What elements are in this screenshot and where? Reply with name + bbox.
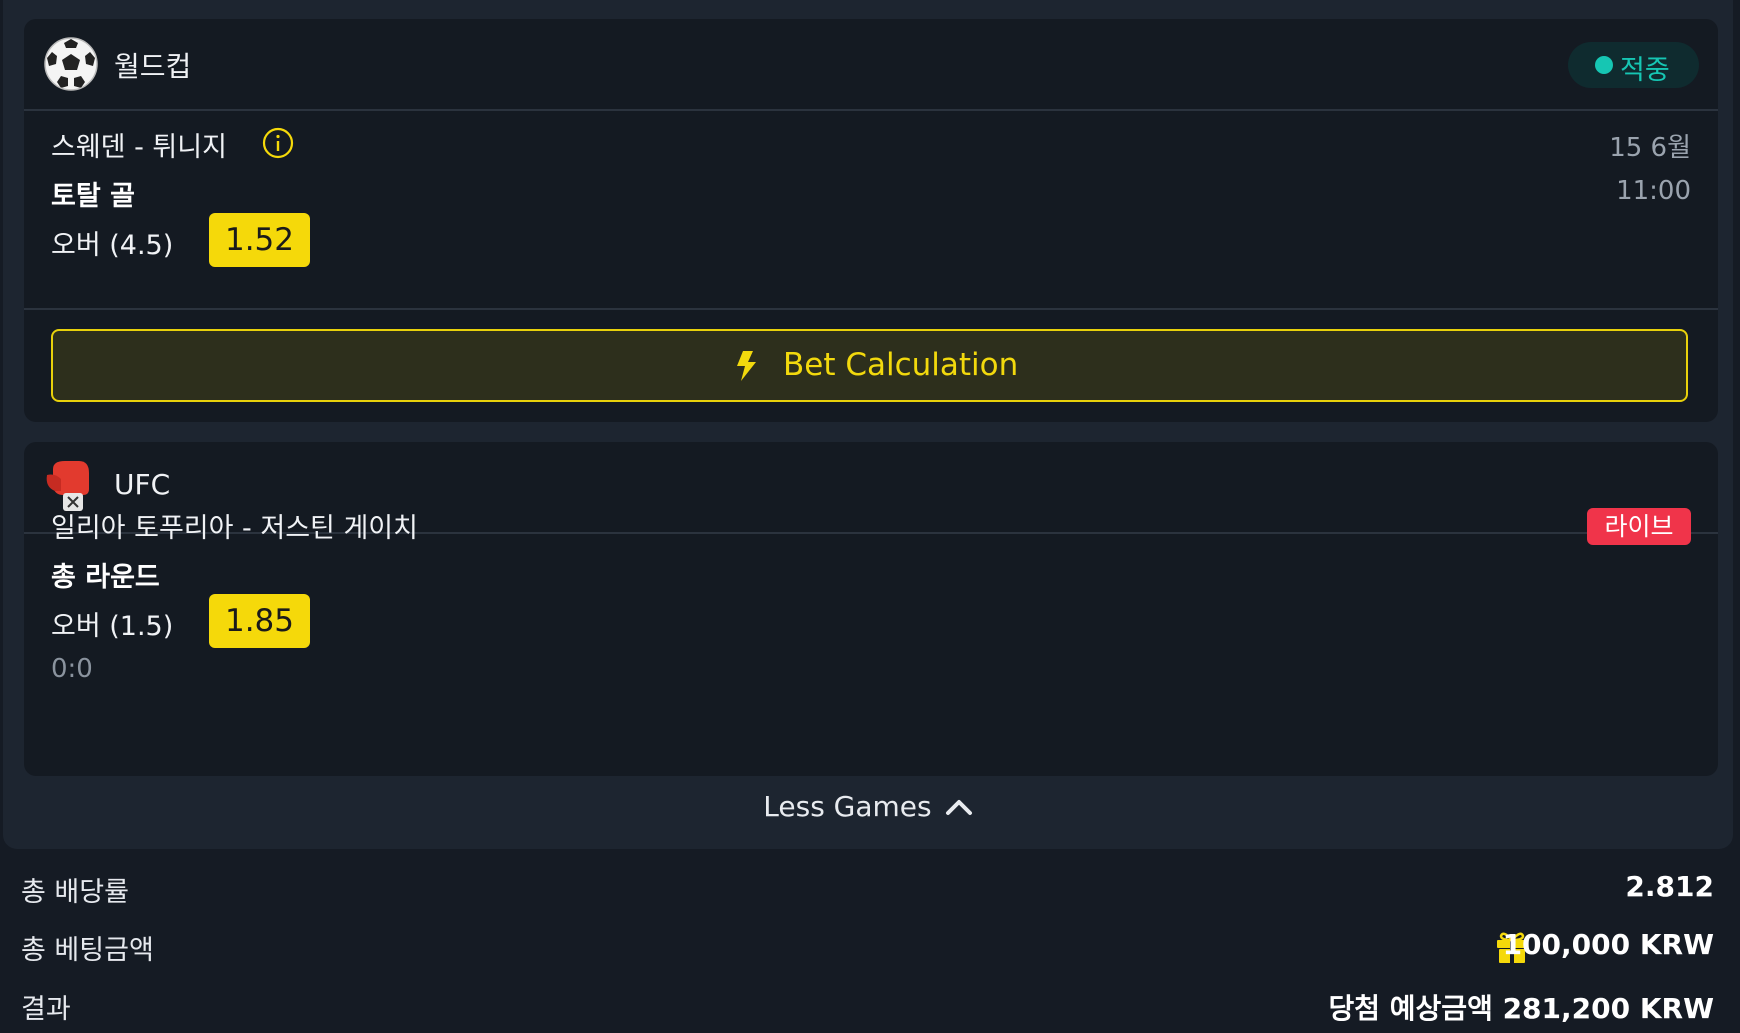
status-badge: 적중 — [1568, 42, 1699, 88]
lightning-bolt-icon — [737, 351, 756, 381]
bet-card-ufc: UFC 일리아 토푸리아 - 저스틴 게이치 라이브 총 라운드 오버 (1.5… — [24, 442, 1718, 776]
bet-slip-panel: 월드컵 적중 스웨덴 - 튀니지 15 6월 11:00 토탈 골 오버 (4.… — [3, 0, 1733, 849]
match-title: 스웨덴 - 튀니지 — [51, 132, 227, 163]
match-title: 일리아 토푸리아 - 저스틴 게이치 — [51, 513, 418, 544]
live-score: 0:0 — [51, 654, 93, 684]
bet-calculation-button[interactable]: Bet Calculation — [51, 329, 1688, 402]
result-label: 결과 — [21, 994, 71, 1025]
chevron-up-icon — [945, 800, 972, 815]
total-odds-value: 2.812 — [1625, 870, 1714, 903]
total-odds-label: 총 배당률 — [21, 877, 129, 908]
market-name: 총 라운드 — [51, 562, 160, 593]
less-games-toggle[interactable]: Less Games — [3, 776, 1733, 846]
market-name: 토탈 골 — [51, 181, 135, 212]
info-icon[interactable] — [262, 127, 294, 159]
sport-title: UFC — [114, 468, 171, 501]
result-value: 당첨 예상금액 281,200 KRW — [1328, 992, 1714, 1025]
divider — [24, 308, 1718, 310]
soccer-ball-icon — [44, 37, 98, 91]
match-date: 15 6월 — [1609, 133, 1691, 163]
odds-value[interactable]: 1.85 — [209, 594, 310, 648]
live-badge: 라이브 — [1587, 508, 1691, 545]
match-time: 11:00 — [1616, 176, 1691, 206]
sport-title: 월드컵 — [114, 50, 192, 83]
card-header: 월드컵 적중 — [24, 19, 1718, 111]
status-label: 적중 — [1620, 55, 1670, 86]
odds-value[interactable]: 1.52 — [209, 213, 310, 267]
total-stake-label: 총 베팅금액 — [21, 935, 154, 966]
pick-label: 오버 (4.5) — [51, 230, 174, 261]
less-games-label: Less Games — [763, 790, 932, 823]
bet-calculation-label: Bet Calculation — [783, 347, 1019, 383]
total-stake-value: 100,000 KRW — [1502, 928, 1714, 961]
status-dot-icon — [1595, 56, 1613, 74]
bet-card-worldcup: 월드컵 적중 스웨덴 - 튀니지 15 6월 11:00 토탈 골 오버 (4.… — [24, 19, 1718, 422]
pick-label: 오버 (1.5) — [51, 611, 174, 642]
